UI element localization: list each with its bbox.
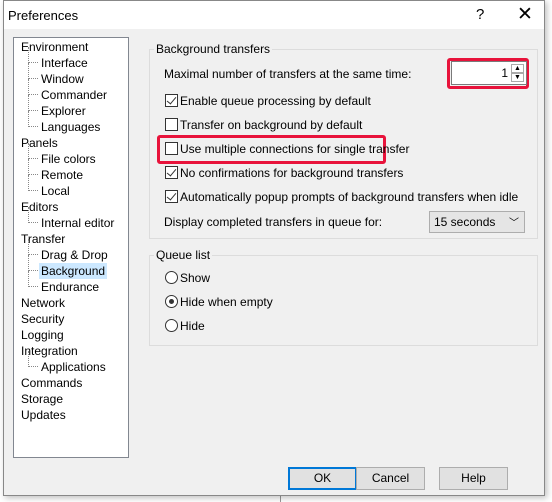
tree-item[interactable]: Endurance [39,279,101,295]
tree-item[interactable]: Transfer [19,231,67,247]
max-transfers-spinner[interactable]: 1 ▲ ▼ [451,61,527,85]
tree-connector [28,351,38,367]
title-bar: Preferences ? ✕ [4,1,544,29]
tree-connector [28,79,38,95]
tree-item[interactable]: Network [19,295,67,311]
preferences-dialog: Preferences ? ✕ Environment Interface Wind… [3,0,545,496]
tree-item[interactable]: Interface [39,55,90,71]
checkbox[interactable] [165,118,178,131]
checkbox[interactable] [165,166,178,179]
checkbox[interactable] [165,142,178,155]
tree-connector [28,207,38,223]
tree-item[interactable]: Explorer [39,103,88,119]
radio-label[interactable]: Show [180,271,210,285]
radio-label[interactable]: Hide when empty [180,295,273,309]
tree-connector [28,143,38,159]
checkbox-label[interactable]: Transfer on background by default [180,118,362,132]
checkbox-label[interactable]: Automatically popup prompts of backgroun… [180,190,518,204]
tree-item[interactable]: Languages [39,119,102,135]
tree-item[interactable]: Remote [39,167,85,183]
tree-connector [28,95,38,111]
tree-connector [28,159,38,175]
tree-connector [28,239,38,255]
tree-item[interactable]: Updates [19,407,68,423]
tree-connector [28,175,38,191]
radio-label[interactable]: Hide [180,319,205,333]
checkbox-label[interactable]: Enable queue processing by default [180,94,371,108]
tree-item[interactable]: Local [39,183,72,199]
spin-up-icon[interactable]: ▲ [511,64,524,73]
ok-button[interactable]: OK [288,467,357,490]
tree-item[interactable]: Commands [19,375,84,391]
tree-item[interactable]: Storage [19,391,65,407]
display-completed-label: Display completed transfers in queue for… [164,215,383,229]
tree-item[interactable]: Panels [19,135,60,151]
tree-connector [28,111,38,127]
navigation-tree[interactable]: Environment Interface Window Commander Explo… [13,37,129,458]
tree-connector [28,271,38,287]
window-title: Preferences [8,8,79,23]
tree-connector [28,47,38,63]
tree-item[interactable]: File colors [39,151,98,167]
tree-item[interactable]: Applications [39,359,108,375]
display-completed-value: 15 seconds [434,215,496,229]
spin-down-icon[interactable]: ▼ [511,73,524,82]
tree-item[interactable]: Security [19,311,66,327]
max-transfers-value: 1 [501,66,508,80]
close-icon[interactable]: ✕ [517,3,533,26]
checkbox-label[interactable]: Use multiple connections for single tran… [180,142,409,156]
tree-item[interactable]: Background [39,263,108,279]
tree-item[interactable]: Drag & Drop [39,247,110,263]
tree-item[interactable]: Window [39,71,86,87]
cancel-button[interactable]: Cancel [356,467,425,490]
help-icon[interactable]: ? [476,6,484,23]
checkbox[interactable] [165,94,178,107]
checkbox-label[interactable]: No confirmations for background transfer… [180,166,403,180]
tree-item[interactable]: Commander [39,87,109,103]
chevron-down-icon: ﹀ [509,218,519,229]
background-transfers-label: Background transfers [154,42,273,56]
radio-button[interactable] [165,271,178,284]
radio-button[interactable] [165,295,178,308]
tree-connector [28,255,38,271]
checkbox[interactable] [165,190,178,203]
tree-connector [28,63,38,79]
tree-item[interactable]: Logging [19,327,66,343]
help-button[interactable]: Help [439,467,508,490]
radio-button[interactable] [165,319,178,332]
queue-list-label: Queue list [154,248,213,262]
tree-item[interactable]: Editors [19,199,60,215]
tree-item[interactable]: Internal editor [39,215,116,231]
display-completed-select[interactable]: 15 seconds ﹀ [429,211,525,233]
max-transfers-label: Maximal number of transfers at the same … [164,67,412,81]
